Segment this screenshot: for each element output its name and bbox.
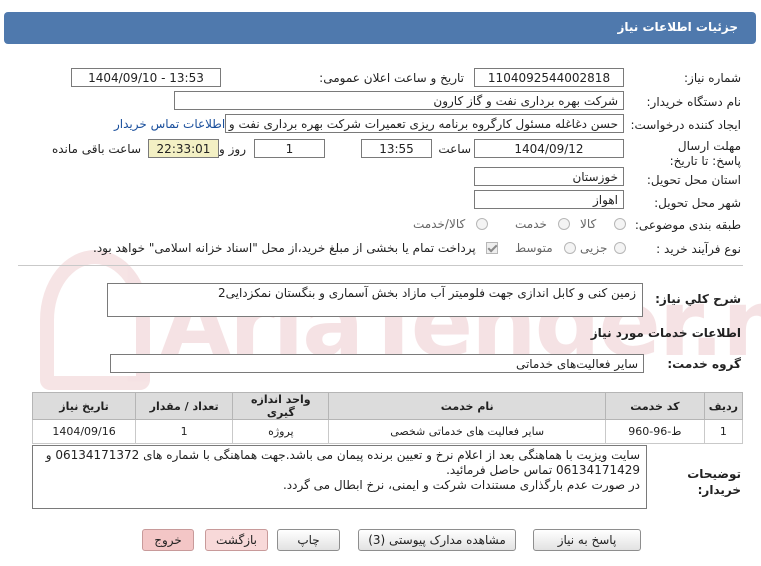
service-group-field: سایر فعالیت‌های خدماتی xyxy=(110,354,644,373)
deadline-time-label: ساعت xyxy=(438,142,471,156)
category-option-service: خدمت xyxy=(515,217,547,231)
watermark: AriaTender.neT xyxy=(40,240,761,400)
col-header-unit: واحد اندازه گیری xyxy=(232,392,330,420)
table-row: 1 ط-96-960 سایر فعالیت های خدماتی شخصی پ… xyxy=(31,419,744,444)
remaining-time-field: 22:33:01 xyxy=(148,139,219,158)
reply-button[interactable]: پاسخ به نیاز xyxy=(533,529,641,551)
services-info-title: اطلاعات خدمات مورد نیاز xyxy=(590,326,741,340)
city-label: شهر محل تحویل: xyxy=(654,196,741,210)
treasury-note: پرداخت تمام یا بخشی از مبلغ خرید،از محل … xyxy=(93,241,476,255)
buyer-notes-line-2: 06134171429 تماس حاصل فرمائید. xyxy=(446,463,640,477)
col-header-quantity: تعداد / مقدار xyxy=(135,392,234,420)
deadline-label: مهلت ارسال پاسخ: تا تاریخ: xyxy=(669,139,741,168)
buyer-notes-textarea[interactable]: سایت ویزیت با هماهنگی بعد از اعلام نرخ و… xyxy=(32,445,647,509)
page-header: جزئیات اطلاعات نیاز xyxy=(4,12,756,44)
print-button[interactable]: چاپ xyxy=(277,529,340,551)
announce-datetime-field: 1404/09/10 - 13:53 xyxy=(71,68,221,87)
buyer-notes-line-3: در صورت عدم بارگذاری مستندات شرکت و ایمن… xyxy=(282,478,640,492)
purchase-option-medium: متوسط xyxy=(515,241,553,255)
deadline-time-field: 13:55 xyxy=(361,139,432,158)
section-divider xyxy=(18,265,743,266)
cell-unit: پروژه xyxy=(232,419,330,444)
category-radio-goods[interactable] xyxy=(614,218,626,230)
days-field: 1 xyxy=(254,139,325,158)
announce-datetime-label: تاریخ و ساعت اعلان عمومی: xyxy=(319,71,464,85)
purchase-option-minor: جزیی xyxy=(580,241,608,255)
purchase-radio-minor[interactable] xyxy=(614,242,626,254)
back-button[interactable]: بازگشت xyxy=(205,529,268,551)
col-header-service-name: نام خدمت xyxy=(328,392,606,420)
category-radio-goods-service[interactable] xyxy=(476,218,488,230)
col-header-row-number: ردیف xyxy=(703,392,744,420)
purchase-radio-medium[interactable] xyxy=(564,242,576,254)
need-summary-label: شرح کلي نياز: xyxy=(655,292,741,306)
need-summary-textarea[interactable]: زمین کنی و کابل اندازی جهت فلومیتر آب ما… xyxy=(107,283,643,317)
category-option-goods-service: کالا/خدمت xyxy=(413,217,466,231)
deadline-date-field: 1404/09/12 xyxy=(474,139,624,158)
need-summary-text: زمین کنی و کابل اندازی جهت فلومیتر آب ما… xyxy=(217,286,636,300)
buyer-org-label: نام دستگاه خریدار: xyxy=(646,95,742,109)
remaining-label: ساعت باقی مانده xyxy=(51,142,141,156)
day-and-label: روز و xyxy=(219,142,246,156)
purchase-type-label: نوع فرآیند خرید : xyxy=(656,242,741,256)
province-label: استان محل تحویل: xyxy=(646,173,741,187)
col-header-need-date: تاریخ نیاز xyxy=(31,392,137,420)
buyer-contact-link[interactable]: اطلاعات تماس خریدار xyxy=(114,117,225,131)
page-title: جزئیات اطلاعات نیاز xyxy=(617,20,738,34)
service-group-label: گروه خدمت: xyxy=(667,357,741,371)
buyer-org-field: شرکت بهره برداری نفت و گاز کارون xyxy=(174,91,624,110)
services-table: ردیف کد خدمت نام خدمت واحد اندازه گیری ت… xyxy=(31,392,744,444)
col-header-service-code: کد خدمت xyxy=(604,392,705,420)
buyer-notes-line-1: سایت ویزیت با هماهنگی بعد از اعلام نرخ و… xyxy=(45,448,640,462)
buyer-notes-label: توضیحات خریدار: xyxy=(687,467,741,497)
cell-need-date: 1404/09/16 xyxy=(31,419,137,444)
category-radio-service[interactable] xyxy=(558,218,570,230)
province-field: خوزستان xyxy=(474,167,624,186)
treasury-checkbox[interactable] xyxy=(486,242,498,254)
cell-quantity: 1 xyxy=(135,419,234,444)
cell-service-code: ط-96-960 xyxy=(604,419,705,444)
cell-service-name: سایر فعالیت های خدماتی شخصی xyxy=(328,419,606,444)
cell-row-number: 1 xyxy=(703,419,744,444)
category-label: طبقه بندی موضوعی: xyxy=(634,218,741,232)
table-header-row: ردیف کد خدمت نام خدمت واحد اندازه گیری ت… xyxy=(31,392,744,420)
requester-label: ایجاد کننده درخواست: xyxy=(630,118,741,132)
city-field: اهواز xyxy=(474,190,624,209)
need-number-label: شماره نیاز: xyxy=(684,71,741,85)
requester-field: حسن دغاغله مسئول کارگروه برنامه ریزی تعم… xyxy=(225,114,624,133)
category-option-goods: کالا xyxy=(580,217,597,231)
attachments-button[interactable]: مشاهده مدارک پیوستی (3) xyxy=(358,529,516,551)
need-number-field: 1104092544002818 xyxy=(474,68,624,87)
exit-button[interactable]: خروج xyxy=(142,529,194,551)
